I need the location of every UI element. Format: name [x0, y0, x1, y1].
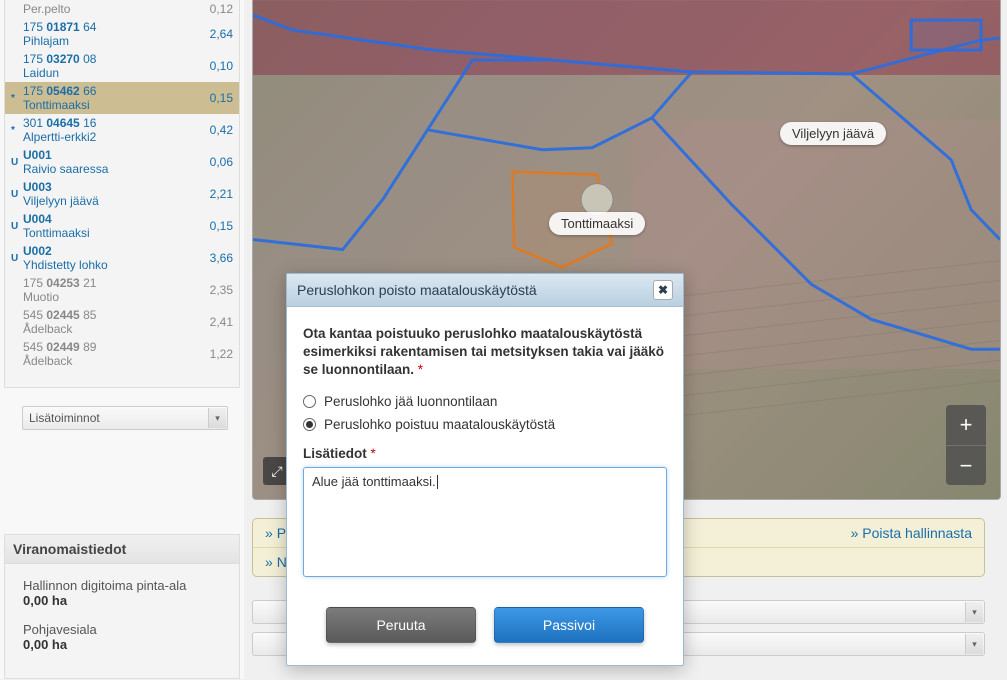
passivoi-button[interactable]: Passivoi: [494, 607, 644, 643]
button-label: Passivoi: [543, 617, 595, 633]
modal-backdrop: Peruslohkon poisto maatalouskäytöstä ✖ O…: [0, 0, 1007, 679]
additional-info-textarea[interactable]: Alue jää tonttimaaksi.: [303, 467, 667, 577]
radio-option-1[interactable]: Peruslohko jää luonnontilaan: [303, 394, 667, 409]
text-caret-icon: [437, 475, 438, 489]
cancel-button[interactable]: Peruuta: [326, 607, 476, 643]
modal-header: Peruslohkon poisto maatalouskäytöstä ✖: [287, 274, 683, 307]
required-star-icon: *: [418, 362, 423, 377]
radio-label: Peruslohko jää luonnontilaan: [324, 394, 497, 409]
modal-prompt-text: Ota kantaa poistuuko peruslohko maatalou…: [303, 326, 664, 377]
additional-info-label: Lisätiedot *: [303, 446, 667, 461]
textarea-value: Alue jää tonttimaaksi.: [312, 474, 436, 489]
radio-option-2[interactable]: Peruslohko poistuu maatalouskäytöstä: [303, 417, 667, 432]
radio-label: Peruslohko poistuu maatalouskäytöstä: [324, 417, 555, 432]
modal-title: Peruslohkon poisto maatalouskäytöstä: [297, 282, 537, 298]
modal-footer: Peruuta Passivoi: [287, 585, 683, 665]
field-label-text: Lisätiedot: [303, 446, 367, 461]
close-icon: ✖: [658, 283, 668, 297]
radio-icon: [303, 395, 316, 408]
required-star-icon: *: [371, 446, 376, 461]
radio-icon: [303, 418, 316, 431]
modal-body: Ota kantaa poistuuko peruslohko maatalou…: [287, 307, 683, 585]
modal-prompt: Ota kantaa poistuuko peruslohko maatalou…: [303, 325, 667, 380]
removal-modal: Peruslohkon poisto maatalouskäytöstä ✖ O…: [286, 273, 684, 666]
close-button[interactable]: ✖: [653, 280, 673, 300]
button-label: Peruuta: [376, 617, 425, 633]
